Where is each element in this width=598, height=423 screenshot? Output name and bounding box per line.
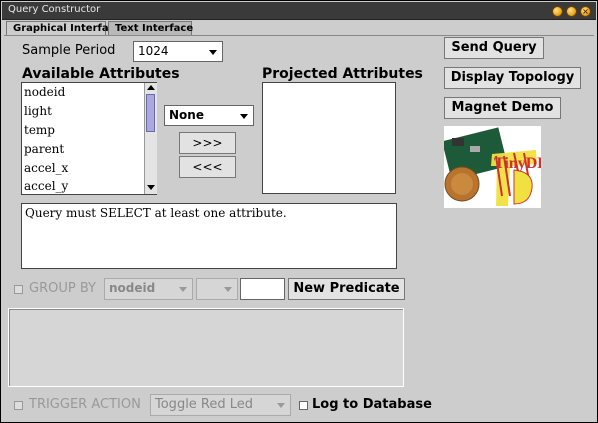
available-attributes-list[interactable]: nodeid light temp parent accel_x accel_y	[21, 82, 157, 195]
trigger-action-checkbox[interactable]	[14, 401, 23, 410]
chevron-down-icon	[277, 403, 285, 408]
sample-period-select[interactable]: 1024	[133, 41, 223, 62]
chevron-down-icon	[224, 287, 232, 292]
tab-graphical-interface[interactable]: Graphical Interface	[6, 21, 121, 36]
trigger-action-select[interactable]: Toggle Red Led	[150, 394, 291, 416]
group-by-field-select[interactable]: nodeid	[104, 278, 193, 300]
list-item[interactable]: nodeid	[24, 85, 65, 99]
sample-period-label: Sample Period	[22, 43, 116, 58]
add-attribute-button[interactable]: >>>	[179, 132, 236, 154]
query-constructor-window: Query Constructor × Graphical Interface …	[0, 0, 598, 423]
title-bar[interactable]: Query Constructor ×	[2, 2, 596, 20]
query-message-box[interactable]: Query must SELECT at least one attribute…	[21, 203, 397, 269]
chevron-down-icon	[240, 113, 248, 119]
group-by-operator-select[interactable]	[196, 278, 238, 300]
projected-attributes-heading: Projected Attributes	[262, 66, 423, 82]
list-item[interactable]: accel_y	[24, 179, 68, 193]
magnet-demo-button[interactable]: Magnet Demo	[444, 97, 561, 119]
group-by-checkbox[interactable]	[14, 285, 23, 294]
window-title: Query Constructor	[8, 4, 101, 15]
group-by-label: GROUP BY	[29, 281, 96, 296]
aggregate-select[interactable]: None	[164, 105, 254, 126]
aggregate-value: None	[169, 108, 204, 122]
list-item[interactable]: temp	[24, 123, 55, 137]
list-item[interactable]: parent	[24, 142, 64, 156]
logo-text: TinyDB	[494, 155, 541, 172]
chevron-down-icon	[209, 49, 217, 55]
close-icon[interactable]: ×	[580, 6, 591, 17]
maximize-icon[interactable]	[566, 6, 577, 17]
minimize-icon[interactable]	[552, 6, 563, 17]
trigger-action-label: TRIGGER ACTION	[29, 397, 141, 412]
list-item[interactable]: light	[24, 104, 52, 118]
log-to-database-checkbox[interactable]	[299, 401, 308, 410]
display-topology-button[interactable]: Display Topology	[444, 67, 581, 89]
scroll-up-icon[interactable]	[147, 85, 155, 90]
tinydb-logo-image: TinyDB	[444, 127, 541, 206]
available-attributes-heading: Available Attributes	[22, 66, 180, 82]
tinydb-logo: TinyDB	[444, 126, 541, 208]
tab-panel-border	[4, 35, 594, 36]
remove-attribute-button[interactable]: <<<	[179, 156, 236, 178]
chevron-down-icon	[179, 287, 187, 292]
sample-period-value: 1024	[138, 44, 169, 58]
projected-attributes-list[interactable]	[262, 82, 396, 194]
send-query-button[interactable]: Send Query	[444, 37, 544, 59]
group-by-value-input[interactable]	[240, 278, 285, 300]
log-to-database-label: Log to Database	[312, 397, 432, 412]
scroll-down-icon[interactable]	[147, 185, 155, 190]
group-by-field-value: nodeid	[109, 281, 156, 295]
scrollbar-thumb[interactable]	[146, 94, 155, 132]
new-predicate-button[interactable]: New Predicate	[288, 278, 405, 300]
trigger-action-value: Toggle Red Led	[155, 397, 254, 412]
predicate-panel	[8, 308, 404, 387]
attributes-scrollbar[interactable]	[144, 83, 157, 194]
list-item[interactable]: accel_x	[24, 161, 68, 175]
tab-text-interface[interactable]: Text Interface	[108, 21, 193, 35]
